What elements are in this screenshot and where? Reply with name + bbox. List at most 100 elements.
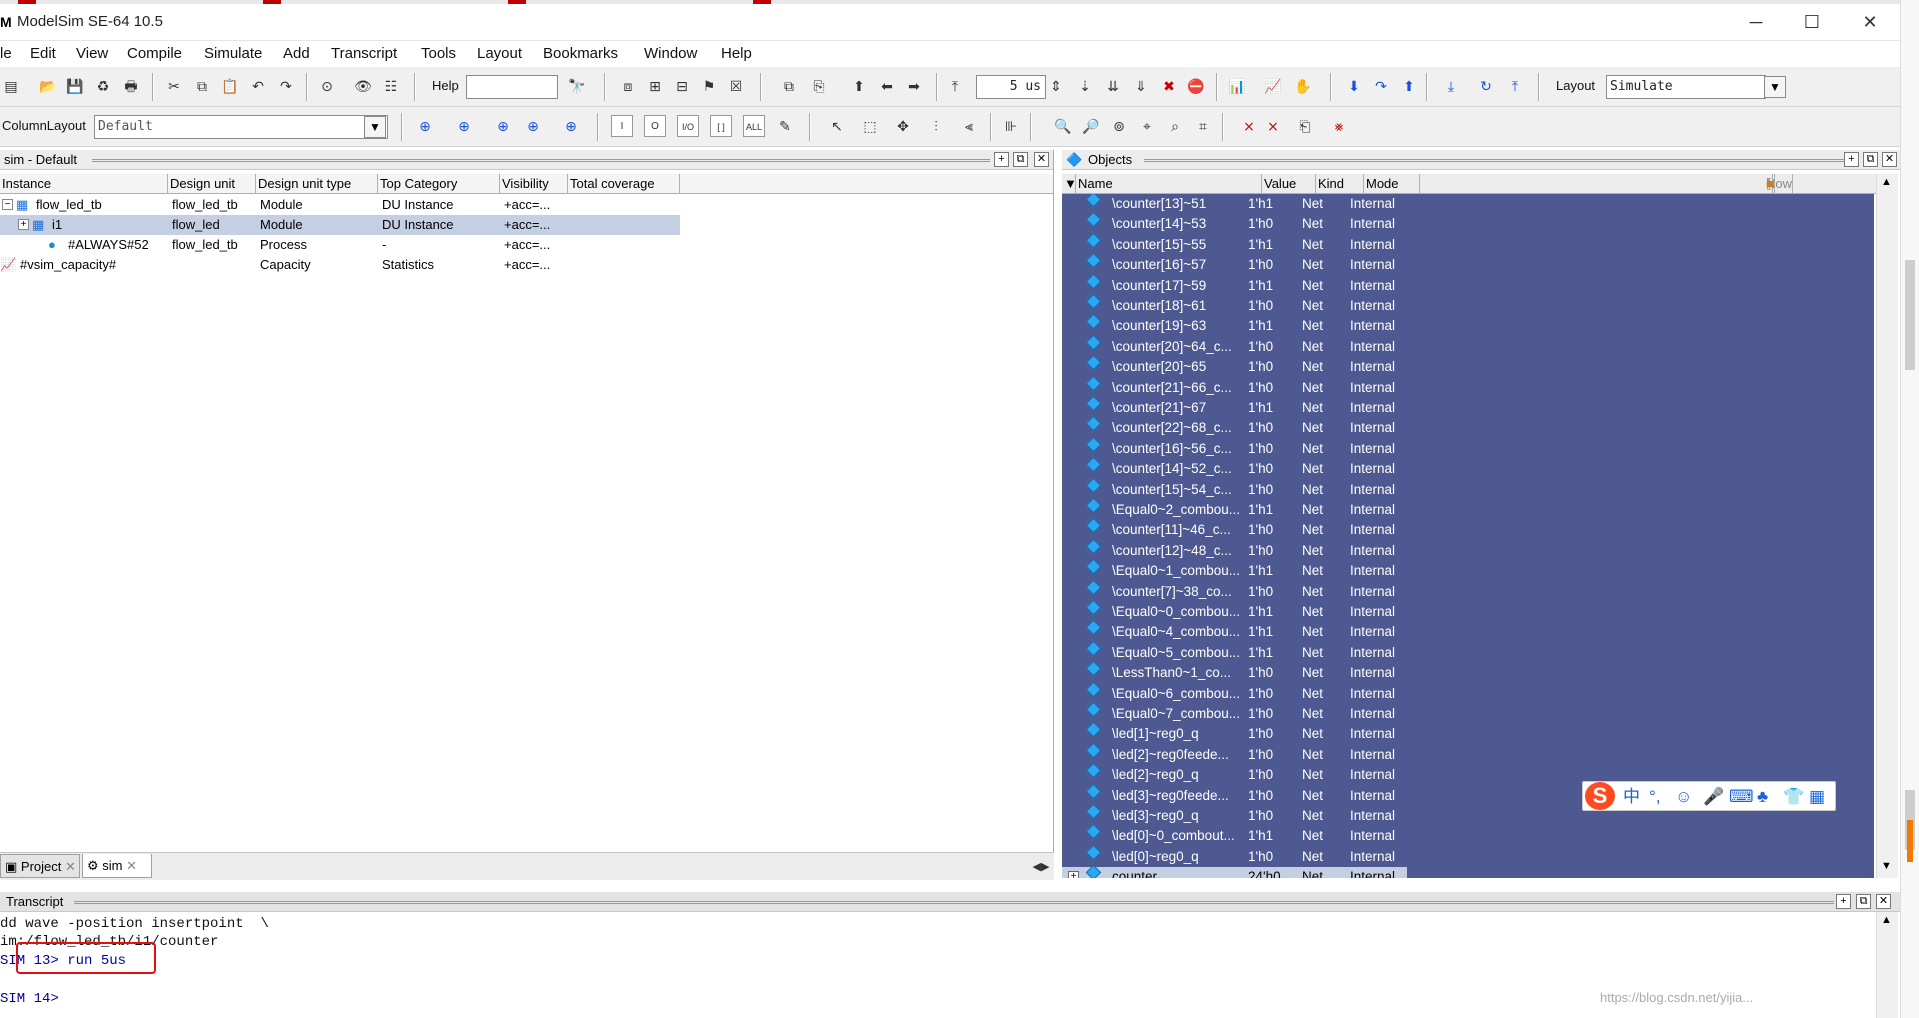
transcript-scrollbar[interactable]: ▲	[1876, 912, 1898, 1018]
maximize-button[interactable]: ☐	[1784, 6, 1840, 38]
col-visibility[interactable]: Visibility	[500, 174, 568, 194]
menu-window[interactable]: Window	[644, 45, 697, 62]
filter-input-button[interactable]: I	[611, 115, 633, 137]
minimize-button[interactable]: ─	[1728, 6, 1784, 38]
clear-icon[interactable]: ⨳	[1328, 115, 1350, 137]
close-tab-icon[interactable]: ✕	[65, 859, 76, 874]
ime-skin-icon[interactable]: 👕	[1783, 785, 1804, 809]
end-sim-icon[interactable]: ☒	[725, 75, 747, 97]
object-row[interactable]: \Equal0~0_combou... 1'h1 Net Internal	[1062, 599, 1407, 622]
sim-pane-undock-icon[interactable]: ⧉	[1013, 152, 1028, 167]
menu-transcript[interactable]: Transcript	[331, 45, 397, 62]
transcript-close-icon[interactable]: ✕	[1876, 894, 1891, 909]
object-row[interactable]: \counter[13]~51 1'h1 Net Internal	[1062, 194, 1407, 214]
now-indicator[interactable]: ⟦ ■ Now	[1762, 174, 1842, 194]
help-search-icon[interactable]: 🔭	[566, 75, 588, 97]
performance-icon[interactable]: 📊	[1226, 75, 1248, 97]
cursor-delete-icon[interactable]: ⫷	[958, 115, 980, 137]
tree-view-icon[interactable]: ☷	[380, 75, 402, 97]
step-out-2-icon[interactable]: ⤒	[1504, 75, 1526, 97]
object-row[interactable]: \counter[14]~53 1'h0 Net Internal	[1062, 212, 1407, 234]
menu-add[interactable]: Add	[283, 45, 310, 62]
edge-next-icon[interactable]: ⨯	[1262, 115, 1284, 137]
expand-icon[interactable]: +	[1068, 871, 1079, 878]
object-row[interactable]: \counter[16]~57 1'h0 Net Internal	[1062, 252, 1407, 275]
object-row[interactable]: \Equal0~5_combou... 1'h1 Net Internal	[1062, 640, 1407, 663]
ime-emoji-icon[interactable]: ☺	[1675, 785, 1692, 809]
object-row[interactable]: \counter[16]~56_c... 1'h0 Net Internal	[1062, 436, 1407, 459]
zoom-range-icon[interactable]: ⌗	[1192, 115, 1214, 137]
scroll-up-icon[interactable]: ▲	[1881, 176, 1892, 188]
run-length-spinner-icon[interactable]: ⇕	[1050, 75, 1062, 97]
sim-tree-row[interactable]: − ▦ flow_led_tb flow_led_tb Module DU Instanc…	[0, 195, 680, 215]
cursor-icon[interactable]: ⫶	[925, 115, 947, 137]
layout-dropdown-icon[interactable]: ▼	[1764, 76, 1786, 98]
sim-pane-close-icon[interactable]: ✕	[1034, 152, 1049, 167]
transcript-prompt[interactable]: SIM 14>	[0, 991, 59, 1007]
object-row[interactable]: \counter[19]~63 1'h1 Net Internal	[1062, 314, 1407, 336]
layout-select[interactable]: Simulate	[1606, 75, 1766, 99]
transcript-add-icon[interactable]: +	[1836, 894, 1851, 909]
object-row[interactable]: \counter[20]~64_c... 1'h0 Net Internal	[1062, 334, 1407, 357]
scroll-up-icon[interactable]: ▲	[1881, 914, 1892, 926]
object-row[interactable]: \counter[20]~65 1'h0 Net Internal	[1062, 354, 1407, 377]
object-row[interactable]: \led[0]~0_combout... 1'h1 Net Internal	[1062, 824, 1407, 846]
zoom-cursor-icon[interactable]: ⌖	[1136, 115, 1158, 137]
copy-icon[interactable]: ⧉	[191, 75, 213, 97]
print-icon[interactable]: 🖶	[120, 75, 142, 97]
object-row[interactable]: \Equal0~2_combou... 1'h1 Net Internal	[1062, 497, 1407, 520]
menu-file[interactable]: le	[0, 45, 12, 62]
tab-project[interactable]: ▣ Project ✕	[0, 854, 80, 878]
sim-tree-row[interactable]: 📈 #vsim_capacity# Capacity Statistics +acc=.…	[0, 255, 680, 275]
menu-tools[interactable]: Tools	[421, 45, 456, 62]
simulate-icon[interactable]: ⊟	[671, 75, 693, 97]
break-icon[interactable]: ⚑	[698, 75, 720, 97]
object-row[interactable]: \counter[17]~59 1'h1 Net Internal	[1062, 273, 1407, 296]
filter-output-button[interactable]: O	[644, 115, 666, 137]
add-list-icon[interactable]: ⊕	[453, 115, 475, 137]
object-row[interactable]: \LessThan0~1_co... 1'h0 Net Internal	[1062, 660, 1407, 683]
zoom-in-icon[interactable]: 🔍	[1052, 115, 1074, 137]
pencil-icon[interactable]: ✎	[774, 115, 796, 137]
dataflow-icon[interactable]: ⎘	[808, 75, 830, 97]
new-file-icon[interactable]: ▤	[0, 75, 22, 97]
pan-icon[interactable]: ✥	[892, 115, 914, 137]
sim-tree-row[interactable]: + ▦ i1 flow_led Module DU Instance +acc=...	[0, 215, 680, 235]
object-row[interactable]: \counter[21]~66_c... 1'h0 Net Internal	[1062, 375, 1407, 398]
zoom-out-icon[interactable]: 🔎	[1080, 115, 1102, 137]
ime-voice-icon[interactable]: 🎤	[1703, 785, 1724, 809]
scroll-down-icon[interactable]: ▼	[1881, 860, 1892, 872]
run-all-icon[interactable]: ⇓	[1130, 75, 1152, 97]
add-watch-icon[interactable]: ⊕	[560, 115, 582, 137]
compile-icon[interactable]: ⊙	[316, 75, 338, 97]
column-layout-dropdown-icon[interactable]: ▼	[364, 116, 386, 138]
object-row[interactable]: \counter[14]~52_c... 1'h0 Net Internal	[1062, 456, 1407, 479]
restart-icon[interactable]: ⤒	[944, 75, 966, 97]
ime-menu-icon[interactable]: ▦	[1809, 785, 1825, 809]
object-row[interactable]: \counter[21]~67 1'h1 Net Internal	[1062, 395, 1407, 418]
col-design-unit[interactable]: Design unit	[168, 174, 256, 194]
expression-icon[interactable]: ⎗	[1294, 115, 1316, 137]
outer-scrollbar[interactable]	[1900, 0, 1919, 1018]
step-icon[interactable]: ⬇	[1343, 75, 1365, 97]
sort-indicator-icon[interactable]: ▼	[1062, 174, 1076, 194]
ime-keyboard-icon[interactable]: ⌨	[1729, 785, 1754, 809]
cut-icon[interactable]: ✂	[163, 75, 185, 97]
col-kind[interactable]: Kind	[1316, 174, 1364, 194]
help-search-input[interactable]	[466, 75, 558, 99]
ime-punctuation-icon[interactable]: °,	[1649, 785, 1661, 809]
column-layout-select[interactable]: Default	[94, 115, 388, 139]
col-mode[interactable]: Mode	[1364, 174, 1420, 194]
run-icon[interactable]: ⇣	[1074, 75, 1096, 97]
menu-edit[interactable]: Edit	[30, 45, 56, 62]
objects-pane-add-icon[interactable]: +	[1844, 152, 1859, 167]
filter-all-button[interactable]: ALL	[743, 115, 765, 137]
run-length-input[interactable]: 5 us	[976, 75, 1046, 99]
object-row[interactable]: \led[2]~reg0_q 1'h0 Net Internal	[1062, 762, 1407, 785]
filter-internal-button[interactable]: [ ]	[710, 115, 732, 137]
object-row[interactable]: \counter[22]~68_c... 1'h0 Net Internal	[1062, 416, 1407, 438]
sogou-logo-icon[interactable]: S	[1585, 782, 1615, 810]
scroll-tabs-icon[interactable]: ◀▶	[1030, 856, 1052, 878]
add-dataflow-icon[interactable]: ⊕	[522, 115, 544, 137]
col-instance[interactable]: Instance	[0, 174, 168, 194]
